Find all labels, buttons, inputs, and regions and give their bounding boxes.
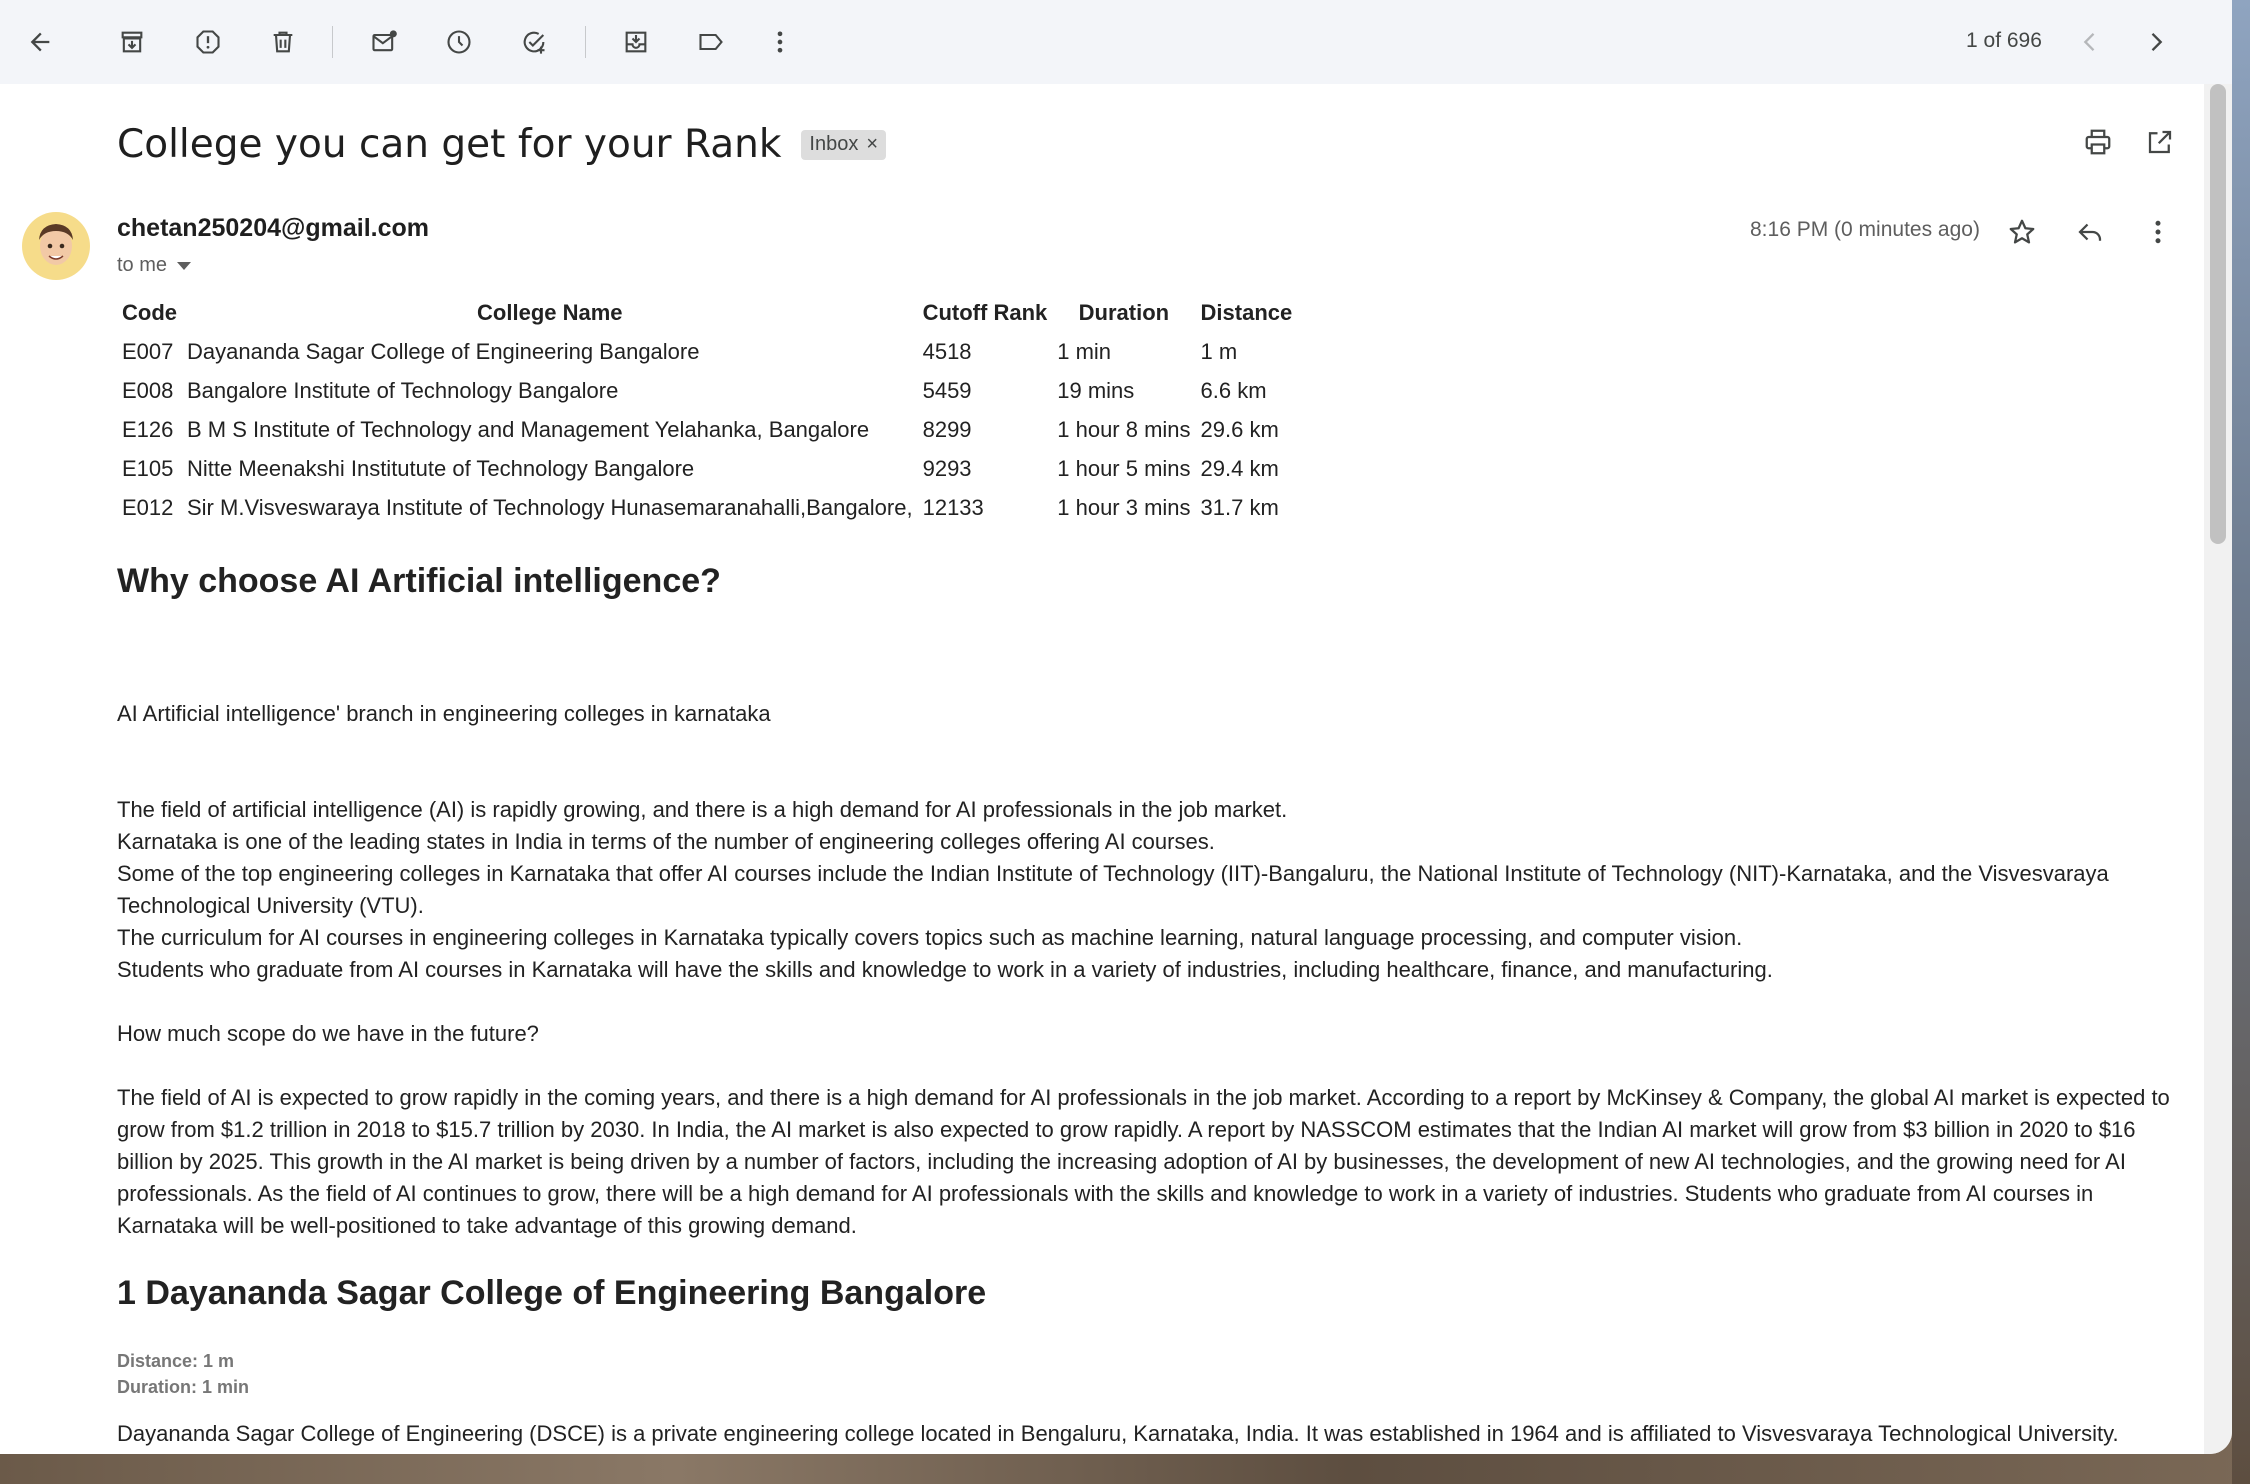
move-to-icon[interactable] bbox=[614, 20, 658, 64]
caret-down-icon[interactable] bbox=[177, 261, 192, 270]
cell-college-name: Nitte Meenakshi Institutute of Technolog… bbox=[187, 455, 695, 481]
delete-icon[interactable] bbox=[261, 20, 305, 64]
desktop-background-edge bbox=[2232, 0, 2250, 1484]
chevron-right-icon[interactable] bbox=[2134, 20, 2178, 64]
reply-icon[interactable] bbox=[2070, 212, 2110, 252]
report-spam-icon[interactable] bbox=[186, 20, 230, 64]
section-heading-why-ai: Why choose AI Artificial intelligence? bbox=[117, 562, 721, 600]
cell-code: E105 bbox=[122, 455, 174, 481]
section-heading-college-1: 1 Dayananda Sagar College of Engineering… bbox=[117, 1274, 987, 1312]
cell-cutoff-rank: 12133 bbox=[922, 494, 984, 520]
email-subject: College you can get for your Rank bbox=[117, 122, 782, 167]
cell-college-name: B M S Institute of Technology and Manage… bbox=[187, 416, 870, 442]
paragraph-line: Students who graduate from AI courses in… bbox=[117, 957, 1773, 982]
cell-code: E012 bbox=[122, 494, 174, 520]
col-header-college-name: College Name bbox=[477, 300, 623, 325]
table-row: E007 Dayananda Sagar College of Engineer… bbox=[117, 332, 1297, 371]
col-header-code: Code bbox=[122, 300, 177, 325]
message-counter: 1 of 696 bbox=[1966, 29, 2042, 52]
cell-college-name: Dayananda Sagar College of Engineering B… bbox=[187, 338, 700, 364]
cell-distance: 29.6 km bbox=[1200, 416, 1279, 442]
recipient-label: to me bbox=[117, 254, 168, 276]
cell-cutoff-rank: 4518 bbox=[922, 338, 972, 364]
mark-unread-icon[interactable] bbox=[362, 20, 406, 64]
college-duration: Duration: 1 min bbox=[117, 1377, 250, 1397]
col-header-distance: Distance bbox=[1200, 300, 1293, 325]
message-more-icon[interactable] bbox=[2138, 212, 2178, 252]
mail-window: 1 of 696 College you can get for your Ra… bbox=[0, 0, 2232, 1454]
college-meta: Distance: 1 m Duration: 1 min bbox=[117, 1348, 249, 1400]
cell-code: E007 bbox=[122, 338, 174, 364]
table-row: E126 B M S Institute of Technology and M… bbox=[117, 410, 1297, 449]
paragraph-line: Some of the top engineering colleges in … bbox=[117, 861, 2109, 918]
cell-cutoff-rank: 5459 bbox=[922, 377, 972, 403]
intro-paragraph: The field of artificial intelligence (AI… bbox=[117, 794, 2177, 986]
paragraph-line: Karnataka is one of the leading states i… bbox=[117, 829, 1215, 854]
message-toolbar: 1 of 696 bbox=[0, 0, 2232, 84]
recipient-details[interactable]: to me bbox=[117, 254, 192, 277]
label-icon[interactable] bbox=[689, 20, 733, 64]
cell-duration: 1 hour 8 mins bbox=[1057, 416, 1191, 442]
label-chip-text: Inbox bbox=[809, 132, 859, 155]
cell-duration: 1 min bbox=[1057, 338, 1112, 364]
toolbar-divider bbox=[332, 26, 333, 58]
table-row: E008 Bangalore Institute of Technology B… bbox=[117, 371, 1297, 410]
remove-label-icon[interactable]: × bbox=[866, 133, 878, 156]
open-in-new-window-icon[interactable] bbox=[2140, 122, 2180, 162]
college-distance: Distance: 1 m bbox=[117, 1351, 235, 1371]
col-header-duration: Duration bbox=[1078, 300, 1170, 325]
print-icon[interactable] bbox=[2078, 122, 2118, 162]
branch-line: AI Artificial intelligence' branch in en… bbox=[117, 701, 771, 726]
cell-cutoff-rank: 9293 bbox=[922, 455, 972, 481]
inbox-label-chip[interactable]: Inbox × bbox=[801, 129, 887, 160]
cell-duration: 1 hour 5 mins bbox=[1057, 455, 1191, 481]
toolbar-divider bbox=[585, 26, 586, 58]
table-row: E012 Sir M.Visveswaraya Institute of Tec… bbox=[117, 488, 1297, 527]
cell-distance: 31.7 km bbox=[1200, 494, 1279, 520]
email-subject-row: College you can get for your Rank Inbox … bbox=[117, 122, 887, 167]
table-row: E105 Nitte Meenakshi Institutute of Tech… bbox=[117, 449, 1297, 488]
star-icon[interactable] bbox=[2002, 212, 2042, 252]
scrollbar-thumb[interactable] bbox=[2210, 84, 2226, 544]
college-paragraph: Dayananda Sagar College of Engineering (… bbox=[117, 1421, 2119, 1446]
cell-distance: 29.4 km bbox=[1200, 455, 1279, 481]
email-timestamp: 8:16 PM (0 minutes ago) bbox=[1750, 218, 1980, 241]
cell-duration: 1 hour 3 mins bbox=[1057, 494, 1191, 520]
college-rank-table: Code College Name Cutoff Rank Duration D… bbox=[117, 294, 1297, 527]
paragraph-line: The field of artificial intelligence (AI… bbox=[117, 797, 1288, 822]
cell-cutoff-rank: 8299 bbox=[922, 416, 972, 442]
cell-distance: 6.6 km bbox=[1200, 377, 1267, 403]
add-task-icon[interactable] bbox=[512, 20, 556, 64]
scope-question: How much scope do we have in the future? bbox=[117, 1021, 539, 1046]
scope-paragraph: The field of AI is expected to grow rapi… bbox=[117, 1085, 2170, 1238]
message-view: College you can get for your Rank Inbox … bbox=[0, 84, 2204, 1454]
cell-code: E126 bbox=[122, 416, 174, 442]
cell-duration: 19 mins bbox=[1057, 377, 1135, 403]
back-arrow-icon[interactable] bbox=[18, 20, 62, 64]
sender-email[interactable]: chetan250204@gmail.com bbox=[117, 214, 429, 243]
cell-college-name: Bangalore Institute of Technology Bangal… bbox=[187, 377, 619, 403]
col-header-cutoff-rank: Cutoff Rank bbox=[922, 300, 1048, 325]
chevron-left-icon[interactable] bbox=[2068, 20, 2112, 64]
more-vert-icon[interactable] bbox=[758, 20, 802, 64]
table-header-row: Code College Name Cutoff Rank Duration D… bbox=[117, 294, 1297, 332]
archive-icon[interactable] bbox=[110, 20, 154, 64]
snooze-icon[interactable] bbox=[437, 20, 481, 64]
sender-avatar[interactable] bbox=[22, 212, 90, 280]
cell-distance: 1 m bbox=[1200, 338, 1238, 364]
cell-code: E008 bbox=[122, 377, 174, 403]
vertical-scrollbar[interactable] bbox=[2204, 84, 2232, 1454]
paragraph-line: The curriculum for AI courses in enginee… bbox=[117, 925, 1743, 950]
cell-college-name: Sir M.Visveswaraya Institute of Technolo… bbox=[187, 494, 913, 520]
